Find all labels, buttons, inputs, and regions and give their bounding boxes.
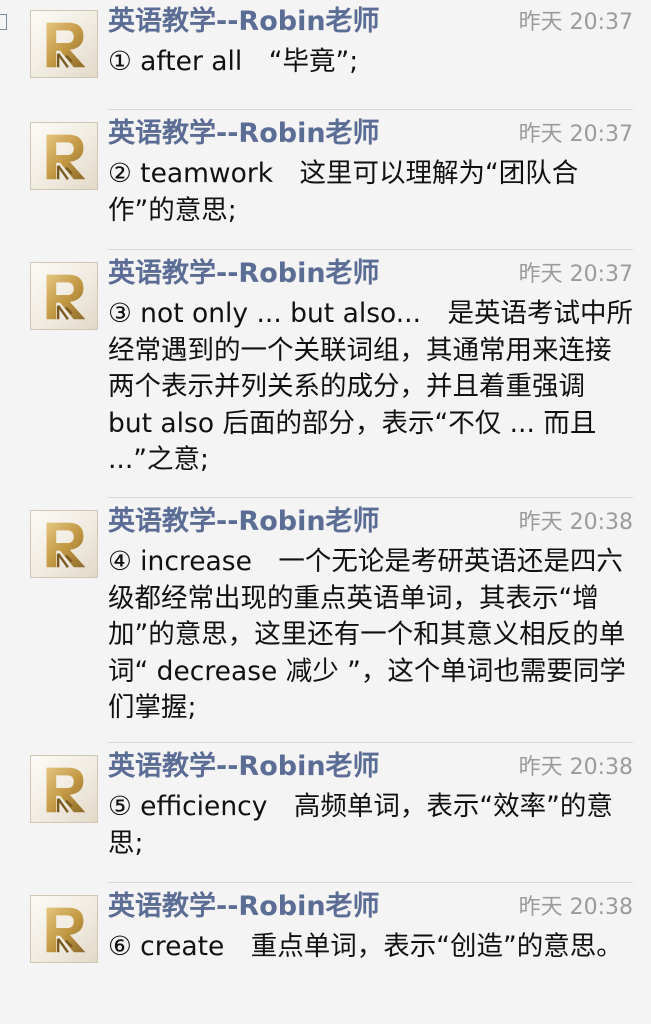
chat-message[interactable]: 英语教学--Robin老师 昨天 20:38 ⑥ create 重点单词，表示“… (0, 885, 651, 1024)
message-time: 昨天 20:37 (518, 122, 633, 147)
message-text: ① after all “毕竟”; (108, 46, 359, 77)
sender-name[interactable]: 英语教学--Robin老师 (108, 118, 380, 150)
sender-avatar[interactable] (30, 10, 98, 78)
sender-avatar[interactable] (30, 895, 98, 963)
message-time: 昨天 20:37 (518, 10, 633, 35)
message-text: ② teamwork 这里可以理解为“团队合作”的意思; (108, 158, 579, 226)
message-text: ⑥ create 重点单词，表示“创造”的意思。 (108, 931, 623, 962)
message-time: 昨天 20:37 (518, 262, 633, 287)
sender-name[interactable]: 英语教学--Robin老师 (108, 6, 380, 38)
message-text: ④ increase 一个无论是考研英语还是四六级都经常出现的重点英语单词，其表… (108, 546, 626, 723)
message-time: 昨天 20:38 (518, 755, 633, 780)
chat-message[interactable]: 英语教学--Robin老师 昨天 20:38 ④ increase 一个无论是考… (0, 500, 651, 743)
sender-name[interactable]: 英语教学--Robin老师 (108, 506, 380, 538)
message-text: ⑤ efficiency 高频单词，表示“效率”的意思; (108, 791, 613, 859)
divider (108, 249, 633, 250)
robin-logo-icon (46, 907, 86, 953)
robin-logo-icon (46, 767, 86, 813)
chat-message[interactable]: 英语教学--Robin老师 昨天 20:38 ⑤ efficiency 高频单词… (0, 745, 651, 883)
sender-name[interactable]: 英语教学--Robin老师 (108, 891, 380, 923)
robin-logo-icon (46, 522, 86, 568)
robin-logo-icon (46, 134, 86, 180)
message-text: ③ not only ... but also... 是英语考试中所经常遇到的一… (108, 298, 634, 475)
sender-name[interactable]: 英语教学--Robin老师 (108, 751, 380, 783)
divider (108, 742, 633, 743)
divider (108, 497, 633, 498)
divider (108, 882, 633, 883)
robin-logo-icon (46, 274, 86, 320)
chat-message[interactable]: 英语教学--Robin老师 昨天 20:37 ③ not only ... bu… (0, 252, 651, 498)
chat-message[interactable]: 英语教学--Robin老师 昨天 20:37 ① after all “毕竟”; (0, 0, 651, 110)
sender-name[interactable]: 英语教学--Robin老师 (108, 258, 380, 290)
sender-avatar[interactable] (30, 122, 98, 190)
chat-message[interactable]: 英语教学--Robin老师 昨天 20:37 ② teamwork 这里可以理解… (0, 112, 651, 250)
divider (108, 109, 633, 110)
sender-avatar[interactable] (30, 510, 98, 578)
sender-avatar[interactable] (30, 755, 98, 823)
robin-logo-icon (46, 22, 86, 68)
message-time: 昨天 20:38 (518, 895, 633, 920)
message-time: 昨天 20:38 (518, 510, 633, 535)
sender-avatar[interactable] (30, 262, 98, 330)
